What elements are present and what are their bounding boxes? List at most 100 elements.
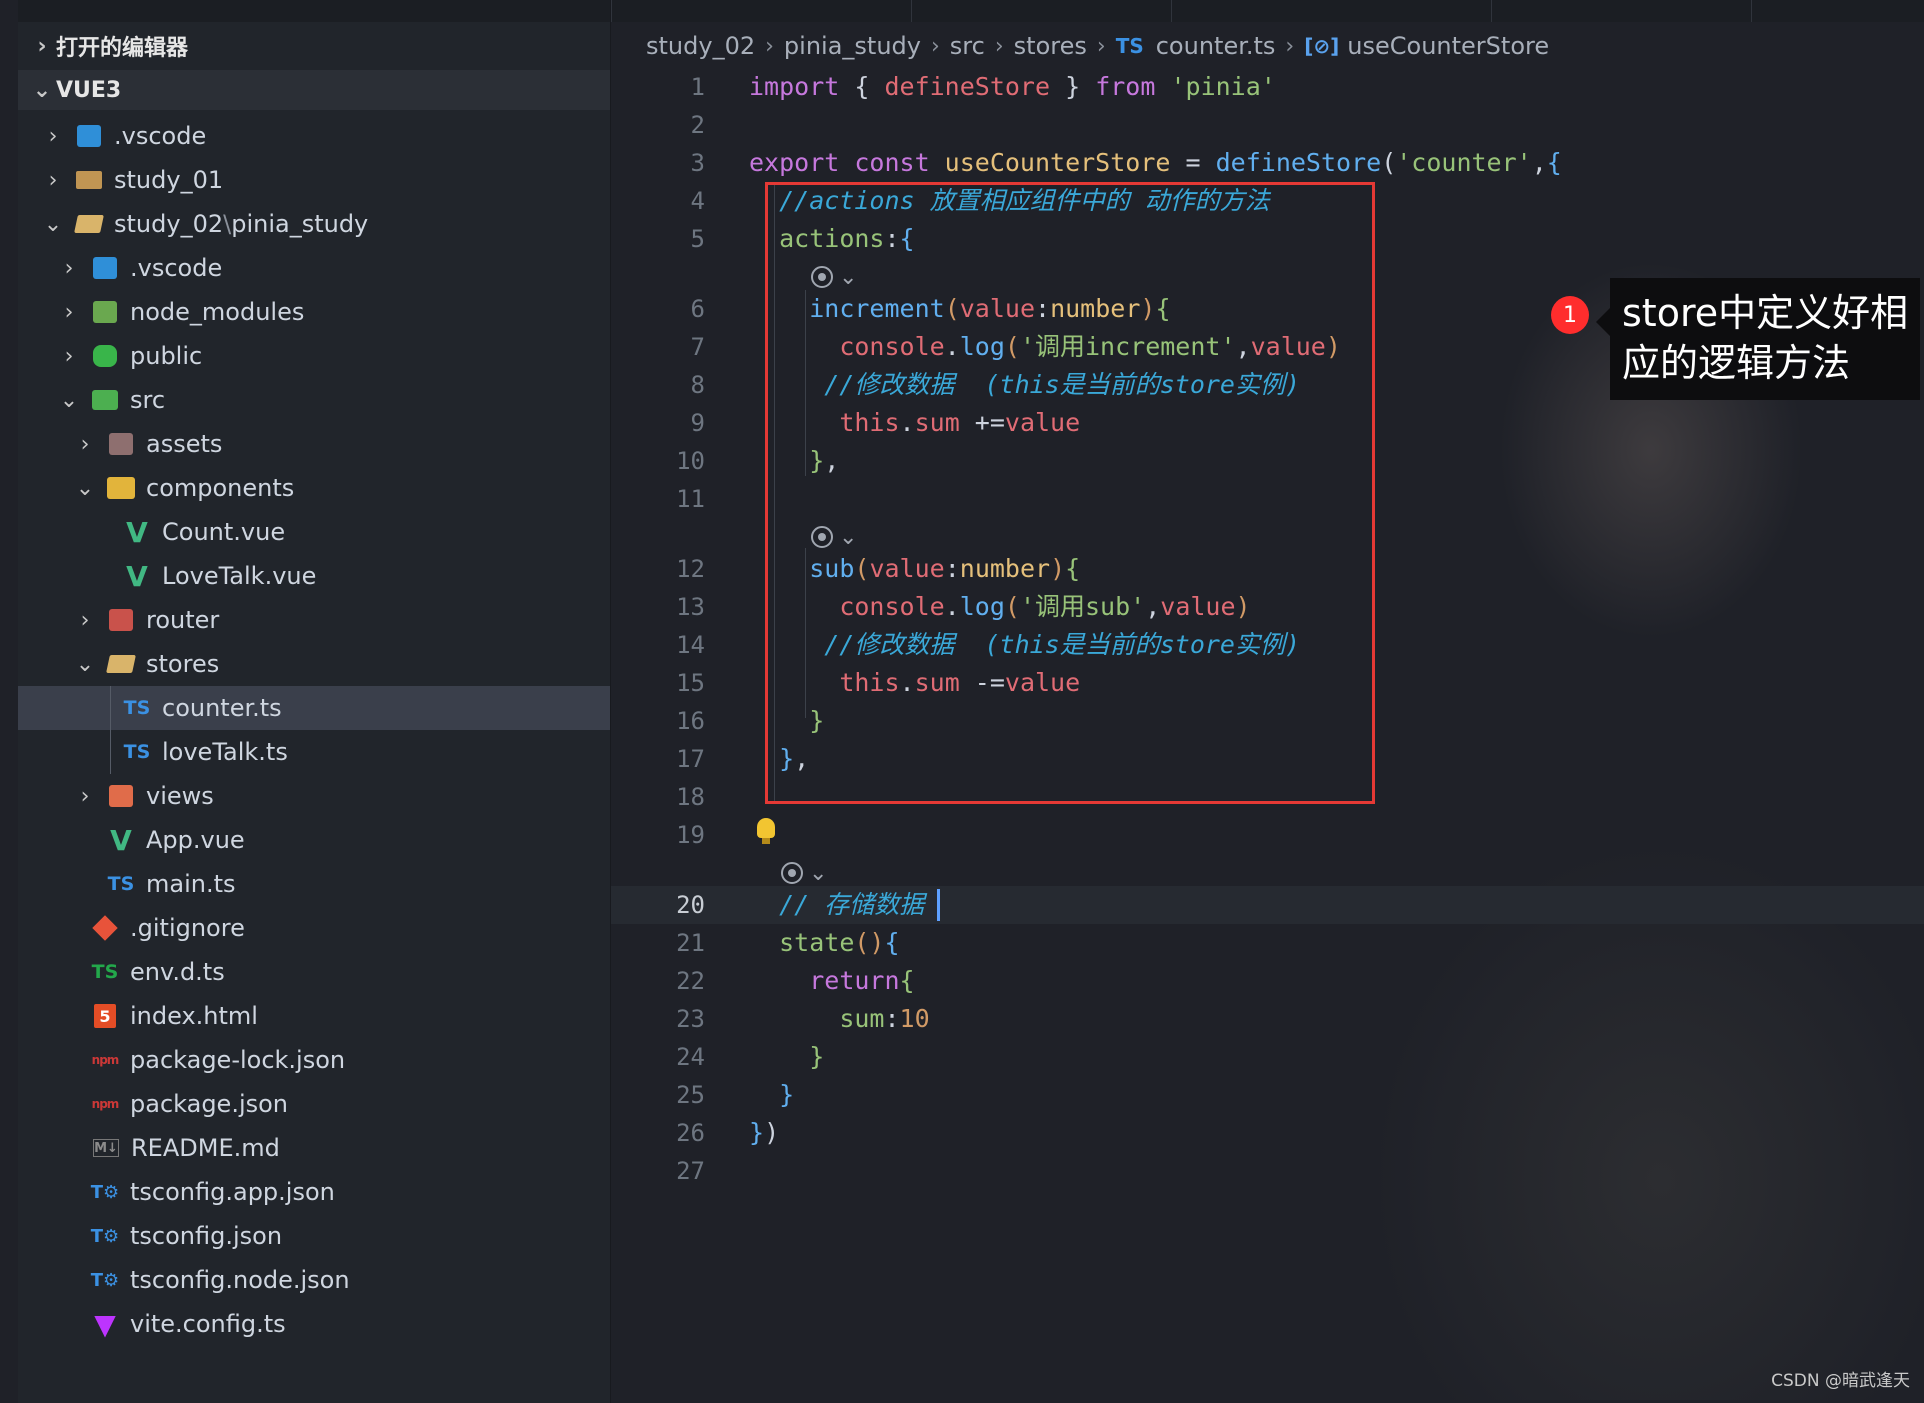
open-editors-header[interactable]: › 打开的编辑器: [18, 26, 610, 66]
tree-item-label: pinia_study: [231, 210, 369, 238]
code-token: ,: [1531, 148, 1547, 177]
workspace-header[interactable]: ⌄ VUE3: [18, 70, 610, 110]
code-line[interactable]: 21 state(){: [611, 924, 1924, 962]
tree-item[interactable]: ›TSenv.d.ts: [18, 950, 610, 994]
tree-item[interactable]: ›TSloveTalk.ts: [18, 730, 610, 774]
folder-open-icon: [106, 651, 136, 677]
code-token: return: [809, 966, 900, 995]
tree-item[interactable]: ›M↓README.md: [18, 1126, 610, 1170]
chevron-right-icon: ›: [1096, 33, 1106, 59]
code-token: 10: [899, 1004, 930, 1033]
breadcrumb-symbol[interactable]: useCounterStore: [1347, 32, 1549, 60]
tree-item[interactable]: ›T⚙tsconfig.node.json: [18, 1258, 610, 1302]
line-number: 11: [676, 485, 705, 513]
line-number: 24: [676, 1043, 705, 1071]
tree-item[interactable]: ›TSmain.ts: [18, 862, 610, 906]
breadcrumb-item[interactable]: stores: [1014, 32, 1087, 60]
tree-item[interactable]: ›index.html: [18, 994, 610, 1038]
code-text: state(){: [749, 924, 899, 962]
editor-tabs-bar: [611, 0, 1924, 22]
lightbulb-icon[interactable]: [757, 818, 775, 844]
line-number: 25: [676, 1081, 705, 1109]
codelens-actions[interactable]: ⌄: [781, 857, 827, 889]
typescript-file-icon: TS: [123, 741, 151, 763]
code-line[interactable]: 22 return{: [611, 962, 1924, 1000]
chevron-right-icon: ›: [765, 33, 774, 59]
code-token: }: [809, 1042, 825, 1071]
code-text: }: [749, 1038, 824, 1076]
line-number: 27: [676, 1157, 705, 1185]
tree-item[interactable]: ›T⚙tsconfig.app.json: [18, 1170, 610, 1214]
tree-item[interactable]: › views: [18, 774, 610, 818]
code-editor: study_02 › pinia_study › src › stores › …: [611, 0, 1924, 1403]
workspace-label: VUE3: [56, 77, 122, 103]
tree-item-label: views: [146, 782, 214, 810]
tree-item[interactable]: › router: [18, 598, 610, 642]
folder-icon: [74, 167, 104, 193]
src-folder-icon: [90, 387, 120, 413]
vscode-folder-icon: [90, 255, 120, 281]
sidebar-top-strip: [18, 0, 610, 22]
code-token: (): [854, 928, 885, 957]
code-line[interactable]: 25 }: [611, 1076, 1924, 1114]
code-token: defineStore: [884, 72, 1051, 101]
code-line[interactable]: 2: [611, 106, 1924, 144]
code-token: // 存储数据: [749, 890, 925, 919]
tree-item[interactable]: › node_modules: [18, 290, 610, 334]
folder-open-icon: [74, 211, 104, 237]
code-token: (: [1381, 148, 1397, 177]
tree-item[interactable]: ›TScounter.ts: [18, 686, 610, 730]
chevron-down-icon: ⌄: [809, 860, 828, 886]
breadcrumb-file[interactable]: counter.ts: [1156, 32, 1276, 60]
tree-item[interactable]: ›npmpackage-lock.json: [18, 1038, 610, 1082]
line-number: 1: [690, 73, 705, 101]
tree-item[interactable]: ›VCount.vue: [18, 510, 610, 554]
code-token: }: [779, 1080, 795, 1109]
code-line[interactable]: 23 sum:10: [611, 1000, 1924, 1038]
tree-item[interactable]: › study_01: [18, 158, 610, 202]
vue-file-icon: V: [126, 559, 148, 593]
tree-item[interactable]: ›.gitignore: [18, 906, 610, 950]
code-line[interactable]: 3 export const useCounterStore = defineSt…: [611, 144, 1924, 182]
code-token: state: [779, 928, 855, 957]
tree-item[interactable]: ⌄ study_02 \ pinia_study: [18, 202, 610, 246]
views-folder-icon: [106, 783, 136, 809]
code-line[interactable]: 26}): [611, 1114, 1924, 1152]
code-token: import: [749, 72, 855, 101]
annotation-callout: store中定义好相 应的逻辑方法: [1596, 278, 1920, 400]
tree-item-label: .gitignore: [130, 914, 245, 942]
tree-item[interactable]: ›VLoveTalk.vue: [18, 554, 610, 598]
tree-item-label: tsconfig.json: [130, 1222, 283, 1250]
tree-item[interactable]: ⌄ src: [18, 378, 610, 422]
tree-item[interactable]: ⌄ stores: [18, 642, 610, 686]
code-line[interactable]: 24 }: [611, 1038, 1924, 1076]
tree-item[interactable]: ⌄ components: [18, 466, 610, 510]
code-line[interactable]: 20 // 存储数据: [611, 886, 1924, 924]
line-number: 6: [690, 295, 705, 323]
code-token: from: [1095, 72, 1171, 101]
code-text: import { defineStore } from 'pinia': [749, 68, 1276, 106]
code-line[interactable]: 27: [611, 1152, 1924, 1190]
tree-item[interactable]: › .vscode: [18, 114, 610, 158]
tree-item[interactable]: ›VApp.vue: [18, 818, 610, 862]
typescript-file-icon: TS: [107, 873, 135, 895]
line-number: 7: [690, 333, 705, 361]
tree-item[interactable]: ›npmpackage.json: [18, 1082, 610, 1126]
tree-item[interactable]: › assets: [18, 422, 610, 466]
html-file-icon: [90, 1003, 120, 1029]
tree-item[interactable]: ›T⚙tsconfig.json: [18, 1214, 610, 1258]
breadcrumb-item[interactable]: pinia_study: [784, 32, 921, 60]
breadcrumb-item[interactable]: src: [950, 32, 985, 60]
tree-item[interactable]: › .vscode: [18, 246, 610, 290]
line-number: 22: [676, 967, 705, 995]
line-number: 21: [676, 929, 705, 957]
breadcrumb-item[interactable]: study_02: [646, 32, 755, 60]
code-line[interactable]: 19: [611, 816, 1924, 854]
indent-guide: [110, 686, 111, 774]
annotation-badge: 1: [1551, 296, 1589, 334]
tree-item[interactable]: ›▼vite.config.ts: [18, 1302, 610, 1346]
tree-item-label: package.json: [130, 1090, 289, 1118]
tree-item-label: public: [130, 342, 203, 370]
code-line[interactable]: 1 import { defineStore } from 'pinia': [611, 68, 1924, 106]
tree-item[interactable]: › public: [18, 334, 610, 378]
